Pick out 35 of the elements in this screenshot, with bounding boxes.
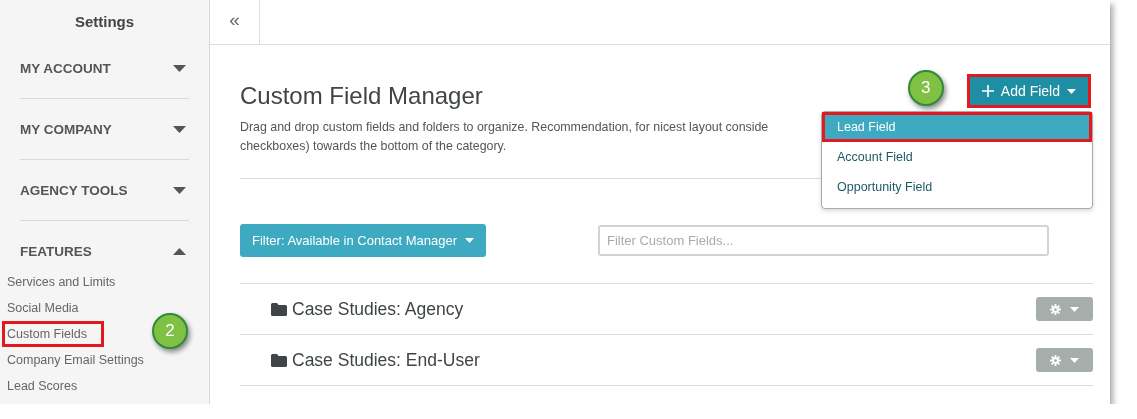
sidebar-link[interactable]: Lead Scores [2,373,95,399]
page-title: Custom Field Manager [240,82,483,110]
caret-icon [465,238,474,243]
folder-name: Case Studies: Agency [292,298,464,320]
section-header[interactable]: FEATURES [20,243,92,259]
caret-icon [1067,88,1076,94]
sidebar-link[interactable]: Company Email Settings [2,347,161,373]
caret-icon [1070,306,1079,312]
sidebar-link[interactable]: Custom Fields [2,321,104,347]
caret-icon [1070,357,1079,363]
section-header[interactable]: AGENCY TOOLS [20,182,128,198]
folder-icon [271,353,287,367]
sidebar-link[interactable]: Social Media [2,295,96,321]
step-badge: 2 [152,313,188,349]
add-field-button[interactable]: Add Field [966,74,1091,108]
plus-icon [981,85,994,97]
description-text: checkboxes) towards the bottom of the category. [240,139,507,153]
description-text: Drag and drop custom fields and folders to organize. Recommendation, for nicest layout conside [240,120,769,134]
sidebar-link[interactable]: Services and Limits [2,269,133,295]
folder-icon [271,302,287,316]
folder-name: Case Studies: End-User [292,349,480,371]
caret-down-icon[interactable] [173,125,186,133]
section-header[interactable]: MY ACCOUNT [20,60,111,76]
step-badge: 3 [907,70,944,106]
search-field[interactable]: Filter Custom Fields... [598,225,1049,256]
section-header[interactable]: MY COMPANY [20,121,112,137]
caret-down-icon[interactable] [173,64,186,72]
menu-item[interactable]: Opportunity Field [822,172,1092,202]
caret-up-icon[interactable] [173,247,186,255]
sidebar-title: Settings [73,12,136,32]
caret-down-icon[interactable] [173,186,186,194]
settings-icon [1050,303,1061,315]
settings-icon [1050,354,1061,366]
menu-item[interactable]: Account Field [822,142,1092,172]
collapse-button[interactable]: « [210,0,260,44]
